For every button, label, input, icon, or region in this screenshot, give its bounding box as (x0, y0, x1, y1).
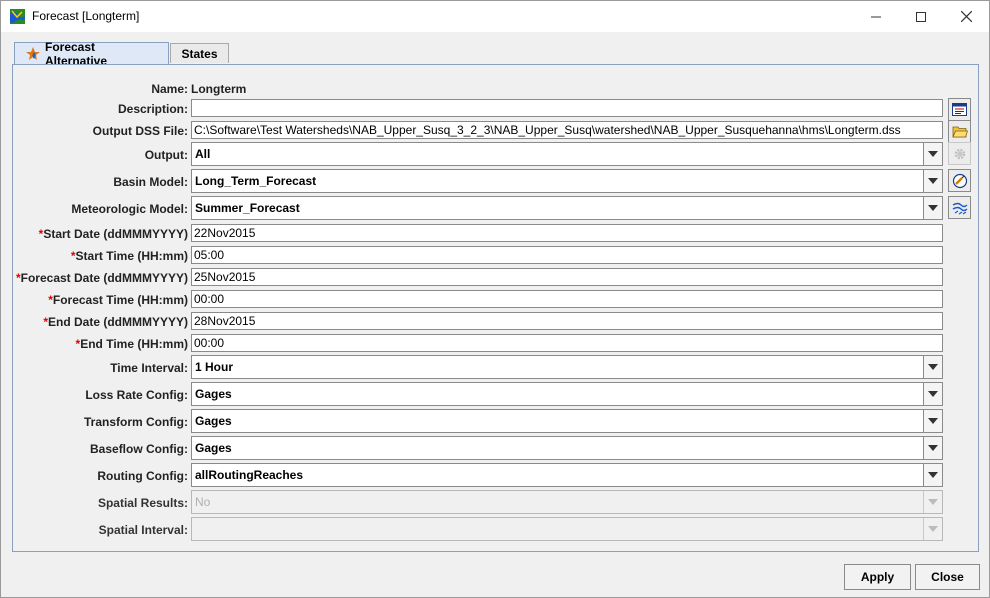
time-interval-value: 1 Hour (195, 360, 234, 374)
basin-model-icon (952, 173, 967, 188)
basin-model-edit-button[interactable] (948, 169, 971, 192)
baseflow-label: Baseflow Config: (90, 442, 188, 456)
spatial-results-label: Spatial Results: (97, 496, 188, 510)
loss-rate-select[interactable]: Gages (191, 382, 943, 406)
forecast-time-field[interactable]: 00:00 (191, 290, 943, 308)
output-settings-button[interactable] (948, 142, 971, 165)
met-model-value: Summer_Forecast (195, 201, 300, 215)
title-bar: Forecast [Longterm] (1, 1, 989, 32)
output-dss-label: Output DSS File: (92, 124, 188, 138)
chevron-down-icon[interactable] (923, 170, 942, 192)
loss-rate-label: Loss Rate Config: (85, 388, 188, 402)
chevron-down-icon[interactable] (923, 464, 942, 486)
met-model-icon (952, 202, 967, 214)
start-date-field[interactable]: 22Nov2015 (191, 224, 943, 242)
description-field[interactable] (191, 99, 943, 117)
time-interval-select[interactable]: 1 Hour (191, 355, 943, 379)
minimize-icon (871, 16, 881, 17)
spatial-results-value: No (195, 495, 211, 509)
minimize-button[interactable] (853, 1, 899, 32)
transform-label: Transform Config: (84, 415, 188, 429)
output-select-value: All (195, 147, 211, 161)
met-model-select[interactable]: Summer_Forecast (191, 196, 943, 220)
close-button[interactable]: Close (915, 564, 980, 590)
transform-select[interactable]: Gages (191, 409, 943, 433)
chevron-down-icon[interactable] (923, 437, 942, 459)
description-editor-button[interactable] (948, 98, 971, 121)
end-date-label: *End Date (ddMMMYYYY) (43, 315, 188, 329)
apply-button[interactable]: Apply (844, 564, 911, 590)
basin-model-select[interactable]: Long_Term_Forecast (191, 169, 943, 193)
end-time-field[interactable]: 00:00 (191, 334, 943, 352)
chevron-down-icon (923, 491, 942, 513)
spatial-interval-label: Spatial Interval: (98, 523, 188, 537)
close-window-button[interactable] (943, 1, 989, 32)
routing-value: allRoutingReaches (195, 468, 304, 482)
start-time-label: *Start Time (HH:mm) (70, 249, 188, 263)
routing-label: Routing Config: (97, 469, 188, 483)
spatial-results-select: No (191, 490, 943, 514)
maximize-button[interactable] (898, 1, 944, 32)
forecast-date-label: *Forecast Date (ddMMMYYYY) (15, 271, 188, 285)
chevron-down-icon (923, 518, 942, 540)
forecast-icon (25, 46, 41, 61)
routing-select[interactable]: allRoutingReaches (191, 463, 943, 487)
basin-model-label: Basin Model: (113, 175, 188, 189)
output-select[interactable]: All (191, 142, 943, 166)
chevron-down-icon[interactable] (923, 410, 942, 432)
tab-states-label: States (181, 46, 218, 61)
tab-forecast-alternative[interactable]: Forecast Alternative (14, 40, 169, 68)
description-label: Description: (117, 102, 188, 116)
gear-icon (954, 148, 965, 159)
chevron-down-icon[interactable] (923, 197, 942, 219)
baseflow-value: Gages (195, 441, 232, 455)
output-label: Output: (144, 148, 188, 162)
name-label: Name: (151, 82, 188, 96)
chevron-down-icon[interactable] (923, 143, 942, 165)
forecast-window: Forecast [Longterm] Forecast Alternative… (0, 0, 990, 598)
forecast-date-field[interactable]: 25Nov2015 (191, 268, 943, 286)
forecast-time-label: *Forecast Time (HH:mm) (48, 293, 188, 307)
met-model-label: Meteorologic Model: (71, 202, 188, 216)
browse-dss-button[interactable] (948, 120, 971, 143)
time-interval-label: Time Interval: (110, 361, 188, 375)
end-date-field[interactable]: 28Nov2015 (191, 312, 943, 330)
loss-rate-value: Gages (195, 387, 232, 401)
basin-model-value: Long_Term_Forecast (195, 174, 317, 188)
watershed-app-icon (10, 9, 25, 24)
tab-states[interactable]: States (170, 43, 229, 63)
output-dss-field[interactable]: C:\Software\Test Watersheds\NAB_Upper_Su… (191, 121, 943, 139)
transform-value: Gages (195, 414, 232, 428)
text-editor-icon (952, 103, 967, 116)
open-folder-icon (951, 126, 968, 138)
end-time-label: *End Time (HH:mm) (75, 337, 188, 351)
chevron-down-icon[interactable] (923, 356, 942, 378)
close-icon (960, 11, 972, 22)
forecast-alternative-panel: Name: Longterm Description: Output DSS F… (12, 64, 979, 552)
name-value: Longterm (191, 82, 247, 96)
baseflow-select[interactable]: Gages (191, 436, 943, 460)
window-title: Forecast [Longterm] (32, 9, 140, 23)
start-date-label: *Start Date (ddMMMYYYY) (38, 227, 188, 241)
spatial-interval-select (191, 517, 943, 541)
maximize-icon (916, 11, 926, 22)
chevron-down-icon[interactable] (923, 383, 942, 405)
start-time-field[interactable]: 05:00 (191, 246, 943, 264)
met-model-edit-button[interactable] (948, 196, 971, 219)
